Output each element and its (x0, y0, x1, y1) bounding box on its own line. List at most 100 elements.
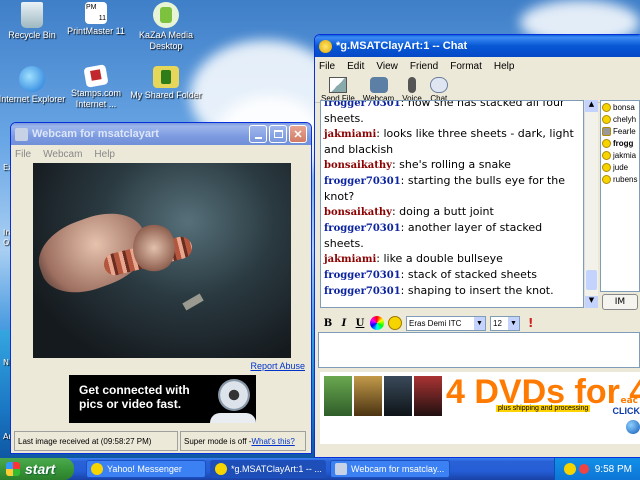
webcam-window: Webcam for msatclayart ✕ File Webcam Hel… (10, 122, 312, 454)
chat-menubar: File Edit View Friend Format Help (315, 57, 640, 75)
tray-network-icon[interactable] (578, 464, 589, 474)
user-list-item[interactable]: Fearle (601, 125, 639, 137)
taskbar-item-chat[interactable]: *g.MSATClayArt:1 -- ... (210, 460, 326, 478)
menu-view[interactable]: View (376, 61, 398, 72)
dvd-ad-banner[interactable]: 4 DVDs for 49¢ eac plus shipping and pro… (320, 372, 640, 444)
minimize-icon (254, 136, 262, 139)
desktop-icon-printmaster[interactable]: PM 11 PrintMaster 11 (56, 2, 136, 37)
user-list-item[interactable]: jakmia (601, 149, 639, 161)
desktop-edge-label: N (3, 358, 9, 367)
tray-yahoo-icon[interactable] (563, 463, 576, 475)
webcam-taskbar-icon (335, 463, 347, 475)
taskbar-item-yahoo[interactable]: Yahoo! Messenger (86, 460, 206, 478)
bold-button[interactable]: B (320, 318, 336, 329)
chat-bubble-icon (429, 77, 448, 93)
menu-file[interactable]: File (15, 149, 31, 160)
chat-message: frogger70301: stack of stacked sheets (324, 268, 537, 281)
webcam-ad-banner[interactable]: Get connected with pics or video fast. (69, 375, 256, 423)
scroll-thumb[interactable] (586, 270, 597, 290)
chat-log-scrollbar[interactable]: ▲ ▼ (584, 100, 598, 308)
chat-icon (215, 463, 227, 475)
font-size-select[interactable]: 12 ▼ (490, 315, 520, 331)
smiley-icon (602, 138, 611, 148)
smiley-icon (602, 150, 611, 160)
kazaa-icon (153, 2, 179, 28)
emoticon-icon[interactable] (388, 316, 402, 330)
chat-message: jakmiami: like a double bullseye (324, 252, 503, 265)
menu-format[interactable]: Format (450, 61, 482, 72)
message-input[interactable] (318, 332, 640, 368)
microphone-icon (408, 77, 416, 93)
underline-button[interactable]: U (352, 318, 368, 329)
desktop-icon-kazaa[interactable]: KaZaA Media Desktop (126, 2, 206, 52)
chat-message: frogger70301: shaping to insert the knot… (324, 284, 554, 297)
smiley-icon (602, 102, 611, 112)
printmaster-icon: PM 11 (85, 2, 107, 24)
internet-explorer-icon (19, 66, 45, 92)
chat-log: frogger70301: how she has stacked all fo… (320, 100, 584, 308)
chat-message: frogger70301: another layer of stacked s… (324, 221, 543, 250)
scroll-up-arrow[interactable]: ▲ (585, 100, 598, 112)
report-abuse-link[interactable]: Report Abuse (250, 361, 305, 371)
webcam-user-icon (602, 126, 611, 136)
send-file-icon (328, 77, 347, 93)
status-super-mode: Super mode is off - What's this? (180, 431, 306, 451)
webcam-statusbar: Last image received at (09:58:27 PM) Sup… (14, 431, 308, 451)
color-icon[interactable] (370, 316, 384, 330)
user-list-item[interactable]: bonsa (601, 101, 639, 113)
menu-edit[interactable]: Edit (347, 61, 364, 72)
chat-message: jakmiami: looks like three sheets - dark… (324, 127, 574, 156)
chat-window-title: *g.MSATClayArt:1 -- Chat (336, 40, 468, 52)
windows-logo-icon (6, 462, 20, 476)
close-button[interactable]: ✕ (289, 125, 307, 143)
italic-button[interactable]: I (336, 318, 352, 329)
start-button[interactable]: start (0, 458, 74, 480)
smiley-icon (602, 114, 611, 124)
desktop-icon-stamps[interactable]: Stamps.com Internet ... (56, 64, 136, 110)
user-list-item[interactable]: rubens (601, 173, 639, 185)
chat-user-list: bonsa chelyh Fearle frogg jakmia jude ru… (600, 100, 640, 292)
maximize-icon (273, 130, 283, 138)
status-last-image: Last image received at (09:58:27 PM) (14, 431, 178, 451)
webcam-device-icon (218, 379, 250, 411)
system-tray: 9:58 PM (554, 458, 640, 480)
chat-message: bonsaikathy: she's rolling a snake (324, 158, 511, 171)
desktop-icon-my-shared-folder[interactable]: My Shared Folder (126, 66, 206, 101)
taskbar-item-webcam[interactable]: Webcam for msatclay... (330, 460, 450, 478)
menu-help[interactable]: Help (494, 61, 515, 72)
whats-this-link[interactable]: What's this? (251, 437, 294, 446)
user-list-item[interactable]: frogg (601, 137, 639, 149)
shared-folder-icon (153, 66, 179, 88)
recycle-bin-icon (21, 2, 43, 28)
minimize-button[interactable] (249, 125, 267, 143)
stamps-icon (83, 64, 109, 88)
im-button[interactable]: IM (602, 294, 638, 310)
menu-webcam[interactable]: Webcam (43, 149, 82, 160)
chevron-down-icon: ▼ (508, 316, 519, 330)
user-list-item[interactable]: chelyh (601, 113, 639, 125)
yahoo-icon (91, 463, 103, 475)
ad-subline: plus shipping and processing (496, 405, 591, 412)
font-select[interactable]: Eras Demi ITC ▼ (406, 315, 486, 331)
scroll-down-arrow[interactable]: ▼ (585, 296, 598, 308)
menu-help[interactable]: Help (94, 149, 115, 160)
webcam-icon (369, 77, 388, 93)
chat-titlebar[interactable]: *g.MSATClayArt:1 -- Chat (315, 35, 640, 57)
menu-friend[interactable]: Friend (410, 61, 438, 72)
chat-message: frogger70301: how she has stacked all fo… (324, 100, 565, 125)
ad-click[interactable]: CLICK (613, 406, 640, 416)
alert-icon[interactable]: ! (528, 316, 533, 330)
ad-each: eac (620, 396, 638, 406)
menu-file[interactable]: File (319, 61, 335, 72)
user-list-item[interactable]: jude (601, 161, 639, 173)
globe-icon (626, 420, 640, 434)
smiley-icon (602, 162, 611, 172)
maximize-button[interactable] (269, 125, 287, 143)
close-icon: ✕ (293, 128, 303, 141)
chevron-down-icon: ▼ (474, 316, 485, 330)
smiley-icon (602, 174, 611, 184)
chat-window-icon (319, 39, 332, 53)
webcam-titlebar[interactable]: Webcam for msatclayart ✕ (11, 123, 311, 145)
clock[interactable]: 9:58 PM (595, 464, 632, 475)
webcam-window-title: Webcam for msatclayart (32, 128, 159, 140)
